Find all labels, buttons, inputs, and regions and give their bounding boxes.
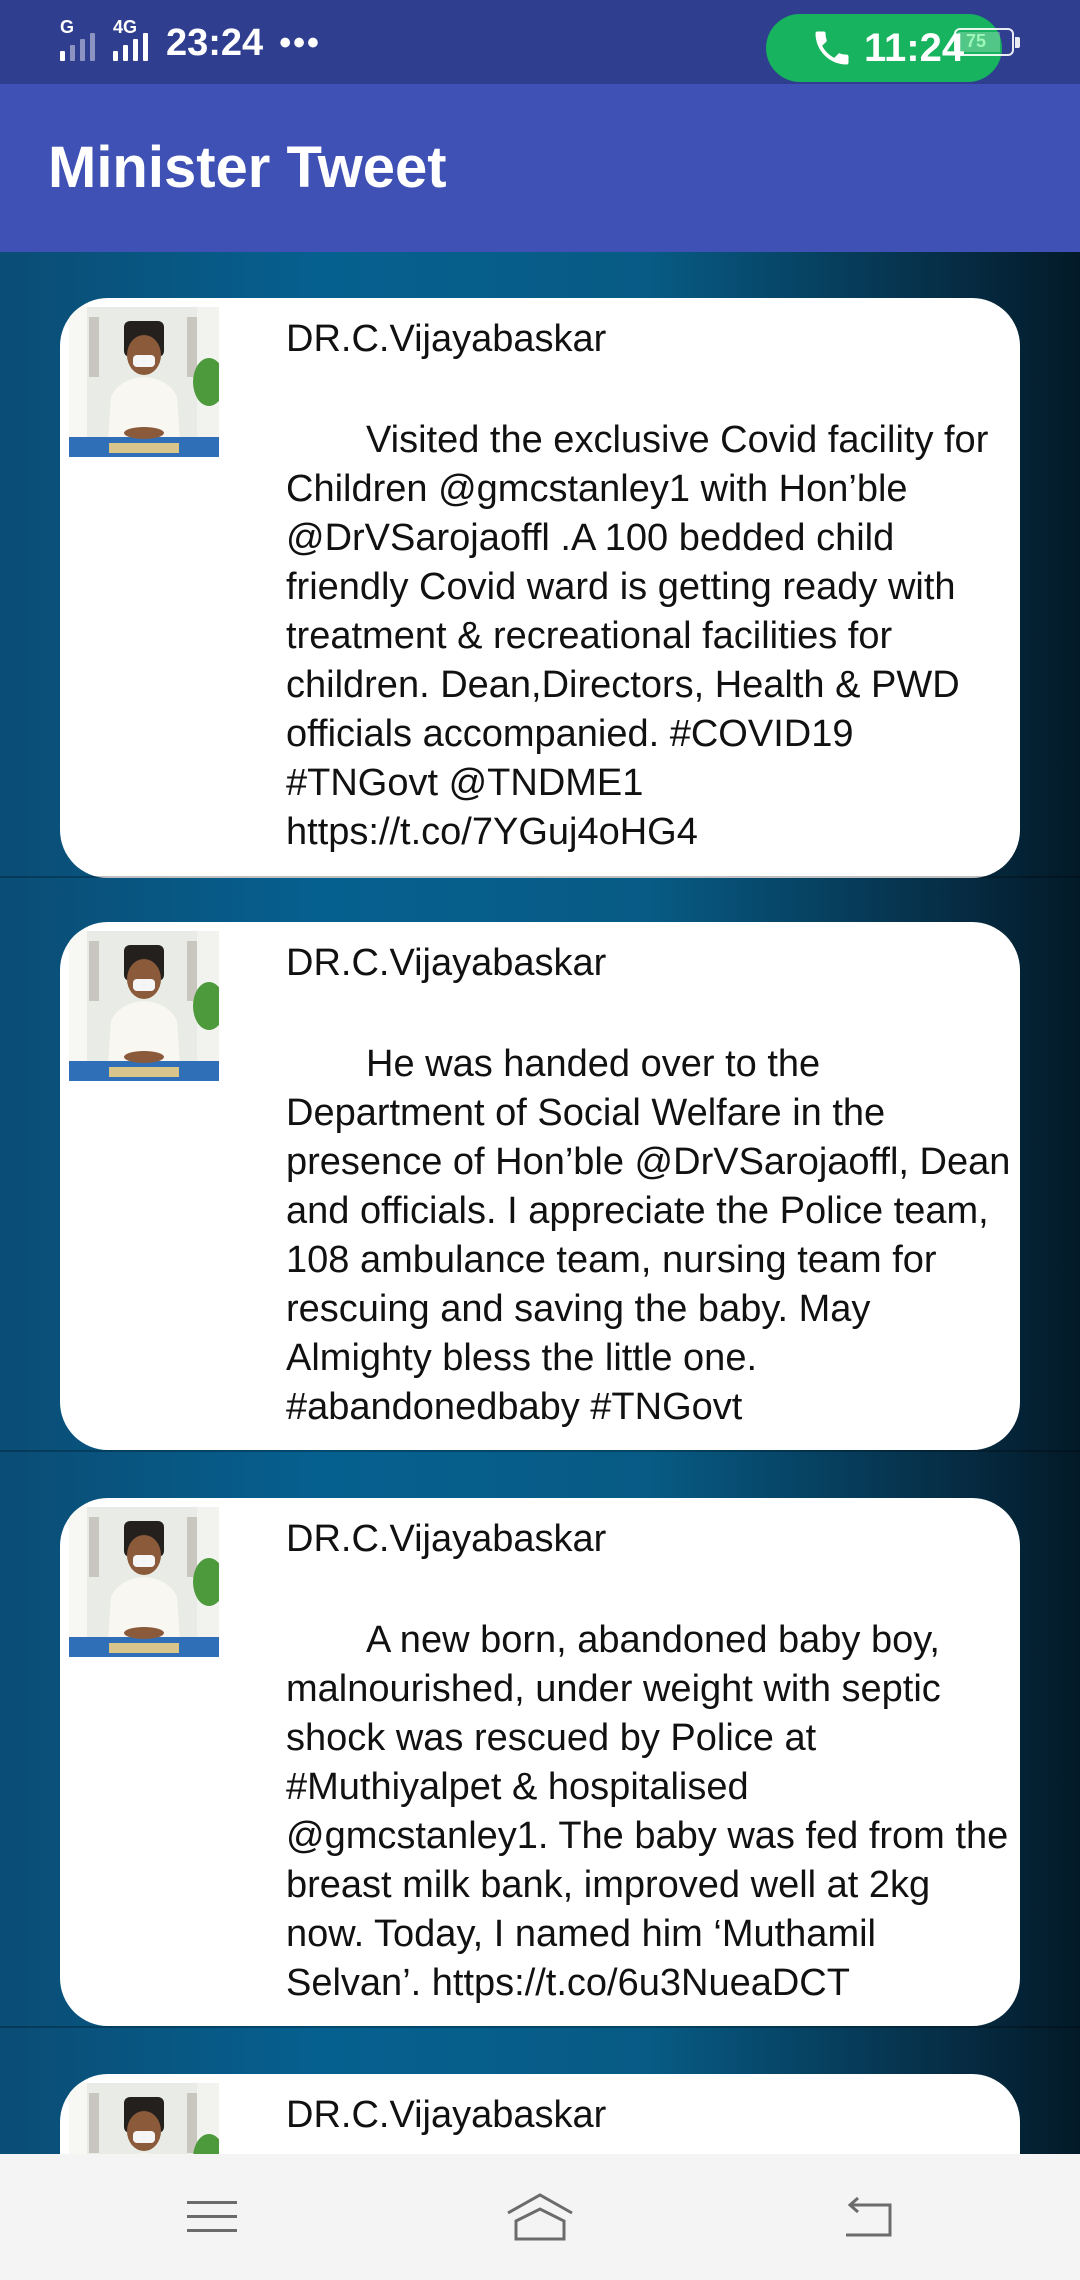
back-icon <box>846 2196 892 2237</box>
menu-icon <box>187 2201 237 2232</box>
call-duration: 11:24 <box>864 25 965 70</box>
avatar <box>69 931 219 1081</box>
tweet-card[interactable]: DR.C.Vijayabaskar <box>60 2074 1020 2154</box>
divider <box>0 1450 1080 1452</box>
tweet-card[interactable]: DR.C.Vijayabaskar Visited the exclusive … <box>60 298 1020 878</box>
divider <box>0 2026 1080 2028</box>
status-time: 23:24 <box>166 21 264 64</box>
network-type-1: G <box>60 17 75 37</box>
minister-photo <box>69 307 219 457</box>
tweet-author: DR.C.Vijayabaskar <box>286 318 607 360</box>
home-icon <box>507 2193 573 2241</box>
avatar <box>69 1507 219 1657</box>
battery-level: 75 <box>966 31 987 51</box>
network-type-2: 4G <box>113 17 138 37</box>
app-bar: Minister Tweet <box>0 84 1080 252</box>
signal-4g-icon: 4G <box>113 17 148 61</box>
menu-button[interactable] <box>172 2182 252 2252</box>
tweet-card[interactable]: DR.C.Vijayabaskar He was handed over to … <box>60 922 1020 1450</box>
battery-icon: 75 <box>954 28 1020 56</box>
tweet-feed[interactable]: DR.C.Vijayabaskar Visited the exclusive … <box>0 252 1080 2154</box>
status-left: G 4G 23:24 ••• <box>60 17 321 68</box>
minister-photo <box>69 1507 219 1657</box>
avatar <box>69 307 219 457</box>
system-nav-bar <box>0 2154 1080 2280</box>
notification-dots: ••• <box>279 23 321 62</box>
tweet-text: A new born, abandoned baby boy, malnouri… <box>286 1619 1009 2004</box>
status-bar: G 4G 23:24 ••• 11:24 75 <box>0 0 1080 84</box>
tweet-author: DR.C.Vijayabaskar <box>286 942 607 984</box>
divider <box>0 876 1080 878</box>
phone-icon <box>815 31 849 65</box>
signal-icon: G <box>60 17 95 61</box>
tweet-author: DR.C.Vijayabaskar <box>286 2094 607 2136</box>
home-button[interactable] <box>500 2182 580 2252</box>
tweet-text: Visited the exclusive Covid facility for… <box>286 419 989 853</box>
minister-photo <box>69 2083 219 2154</box>
minister-photo <box>69 931 219 1081</box>
back-button[interactable] <box>828 2182 908 2252</box>
avatar <box>69 2083 219 2154</box>
tweet-text: He was handed over to the Department of … <box>286 1043 1011 1428</box>
tweet-card[interactable]: DR.C.Vijayabaskar A new born, abandoned … <box>60 1498 1020 2026</box>
page-title: Minister Tweet <box>48 135 447 200</box>
tweet-author: DR.C.Vijayabaskar <box>286 1518 607 1560</box>
